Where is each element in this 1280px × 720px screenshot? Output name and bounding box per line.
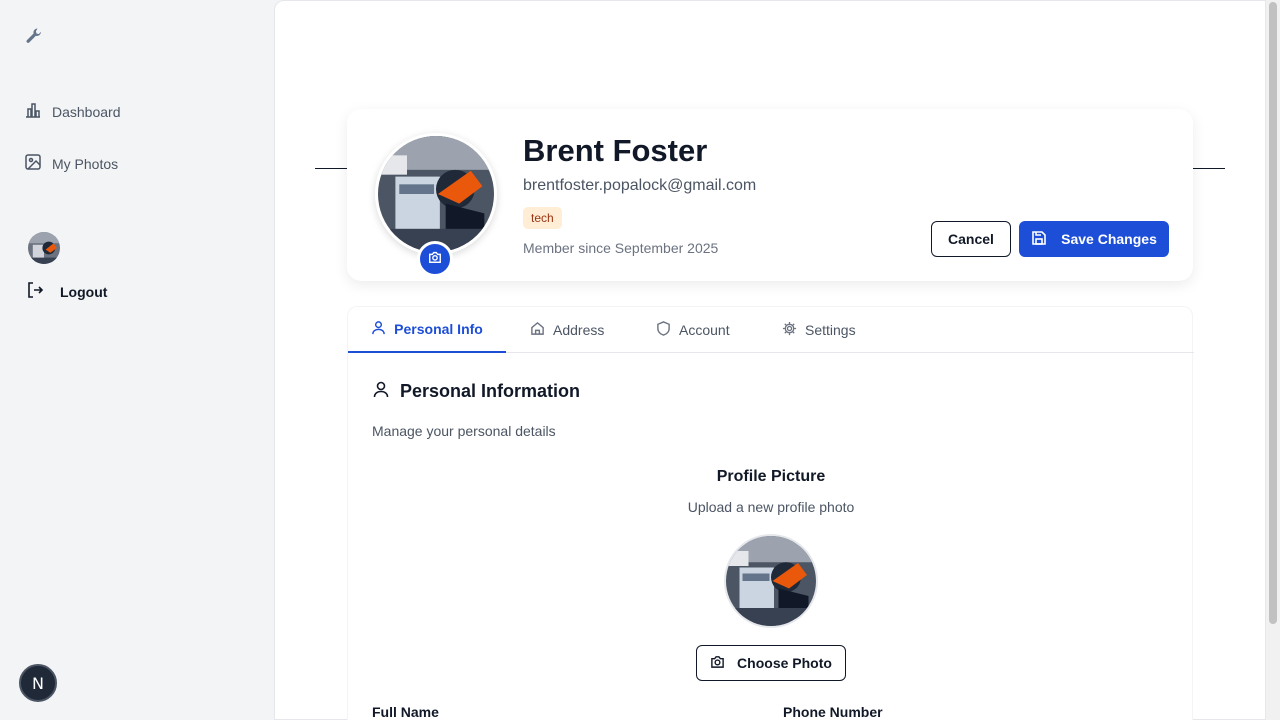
tab-label: Settings <box>805 322 856 338</box>
save-label: Save Changes <box>1061 231 1157 247</box>
choose-photo-button[interactable]: Choose Photo <box>696 645 846 681</box>
sidebar-item-label: Dashboard <box>52 103 121 120</box>
user-icon <box>372 380 390 403</box>
scrollbar-thumb[interactable] <box>1269 2 1277 624</box>
user-email: brentfoster.popalock@gmail.com <box>523 177 757 194</box>
home-icon <box>530 321 545 339</box>
change-avatar-button[interactable] <box>417 241 453 277</box>
logout-label: Logout <box>60 283 108 300</box>
scrollbar[interactable] <box>1266 0 1280 720</box>
bar-chart-icon <box>24 101 42 122</box>
tab-bar: Personal Info Address Account Settings <box>348 307 1194 353</box>
save-icon <box>1031 230 1047 249</box>
content-card: Personal Info Address Account Settings P… <box>347 306 1194 720</box>
tab-label: Account <box>679 322 730 338</box>
n-badge[interactable]: N <box>19 664 57 702</box>
gear-icon <box>782 321 797 339</box>
save-changes-button[interactable]: Save Changes <box>1019 221 1169 257</box>
full-name-label: Full Name <box>372 704 439 720</box>
tab-address[interactable]: Address <box>530 307 604 353</box>
profile-avatar <box>375 133 497 255</box>
user-name: Brent Foster <box>523 133 708 168</box>
section-subtitle: Manage your personal details <box>372 423 556 439</box>
sidebar: Dashboard My Photos Logout N <box>0 0 274 720</box>
tab-account[interactable]: Account <box>656 307 730 353</box>
cancel-button[interactable]: Cancel <box>931 221 1011 257</box>
avatar[interactable] <box>28 232 60 264</box>
camera-icon <box>428 250 442 269</box>
member-since: Member since September 2025 <box>523 240 719 256</box>
tab-label: Address <box>553 322 605 338</box>
profile-picture-preview <box>724 534 818 628</box>
role-badge: tech <box>523 207 562 229</box>
user-icon <box>371 320 386 338</box>
logout-icon <box>26 281 44 302</box>
camera-icon <box>710 654 725 672</box>
section-title: Personal Information <box>372 380 580 403</box>
phone-number-label: Phone Number <box>783 704 883 720</box>
main-panel: Brent Foster brentfoster.popalock@gmail.… <box>274 0 1266 720</box>
tab-settings[interactable]: Settings <box>782 307 856 353</box>
image-icon <box>24 153 42 174</box>
sidebar-item-my-photos[interactable]: My Photos <box>24 153 118 174</box>
profile-picture-title: Profile Picture <box>716 468 826 485</box>
choose-photo-label: Choose Photo <box>737 655 832 671</box>
sidebar-item-dashboard[interactable]: Dashboard <box>24 101 121 122</box>
sidebar-item-label: My Photos <box>52 155 119 172</box>
tab-label: Personal Info <box>394 321 483 337</box>
section-title-text: Personal Information <box>400 381 581 401</box>
profile-header-card: Brent Foster brentfoster.popalock@gmail.… <box>347 109 1193 281</box>
profile-picture-subtitle: Upload a new profile photo <box>687 499 855 515</box>
wrench-icon[interactable] <box>24 26 44 46</box>
logout-button[interactable]: Logout <box>26 281 107 302</box>
shield-icon <box>656 321 671 339</box>
tab-personal-info[interactable]: Personal Info <box>348 307 506 353</box>
